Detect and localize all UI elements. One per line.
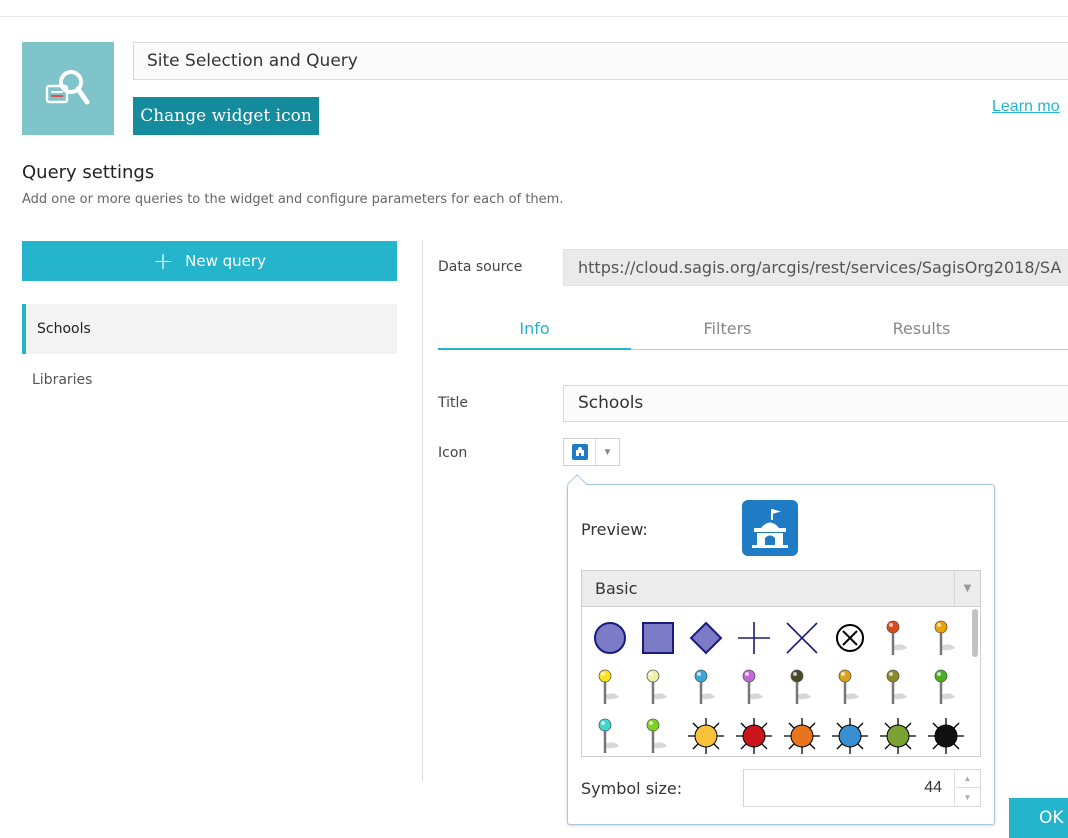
school-icon <box>564 439 596 465</box>
panel-divider <box>422 240 423 781</box>
plus-icon: + <box>153 247 174 275</box>
query-item-label: Schools <box>37 321 91 337</box>
pin-gold-icon[interactable] <box>826 662 874 711</box>
x-symbol-icon[interactable] <box>778 613 826 662</box>
square-symbol-icon[interactable] <box>634 613 682 662</box>
chevron-down-icon: ▼ <box>602 446 613 458</box>
pin-blue-icon[interactable] <box>682 662 730 711</box>
query-tabs: Info Filters Results <box>438 310 1068 350</box>
symbol-size-input[interactable]: 44 ▲ ▼ <box>743 769 981 807</box>
pin-orange-icon[interactable] <box>922 613 970 662</box>
icon-label: Icon <box>438 445 468 461</box>
pin-light-yellow-icon[interactable] <box>634 662 682 711</box>
increment-icon[interactable]: ▲ <box>955 770 980 788</box>
title-input[interactable]: Schools <box>563 385 1068 422</box>
ok-button[interactable]: OK <box>1009 798 1068 838</box>
circle-symbol-icon[interactable] <box>586 613 634 662</box>
school-preview-icon <box>742 500 798 556</box>
new-query-label: New query <box>185 252 266 270</box>
symbol-grid-scrollbar[interactable] <box>972 609 978 657</box>
sun-yellow-icon[interactable] <box>682 711 730 756</box>
learn-more-link[interactable]: Learn mo <box>992 98 1060 116</box>
pin-green-icon[interactable] <box>922 662 970 711</box>
section-description: Add one or more queries to the widget an… <box>22 192 564 207</box>
circle-x-symbol-icon[interactable] <box>826 613 874 662</box>
pin-olive-icon[interactable] <box>874 662 922 711</box>
header-divider <box>0 16 1068 17</box>
change-widget-icon-button[interactable]: Change widget icon <box>133 97 319 135</box>
pin-dark-icon[interactable] <box>778 662 826 711</box>
sun-orange-icon[interactable] <box>778 711 826 756</box>
query-item-schools[interactable]: Schools <box>22 304 397 354</box>
data-source-field: https://cloud.sagis.org/arcgis/rest/serv… <box>563 249 1068 286</box>
new-query-button[interactable]: + New query <box>22 241 397 281</box>
symbol-size-spinner: ▲ ▼ <box>954 770 980 806</box>
icon-dropdown[interactable]: ▼ <box>563 438 620 466</box>
pin-purple-icon[interactable] <box>730 662 778 711</box>
sun-black-icon[interactable] <box>922 711 970 756</box>
data-source-label: Data source <box>438 259 523 275</box>
tab-info[interactable]: Info <box>438 310 631 350</box>
tab-results[interactable]: Results <box>825 310 1018 350</box>
symbol-size-value: 44 <box>924 779 942 796</box>
widget-icon-preview <box>22 42 114 135</box>
preview-label: Preview: <box>581 520 648 539</box>
symbol-size-label: Symbol size: <box>581 779 683 798</box>
symbol-grid <box>581 607 981 757</box>
pin-yellow-icon[interactable] <box>586 662 634 711</box>
category-value: Basic <box>595 579 638 598</box>
pin-lime-icon[interactable] <box>634 711 682 756</box>
sun-red-icon[interactable] <box>730 711 778 756</box>
title-label: Title <box>438 395 469 411</box>
sun-green-icon[interactable] <box>874 711 922 756</box>
query-item-libraries[interactable]: Libraries <box>22 355 397 405</box>
sun-blue-icon[interactable] <box>826 711 874 756</box>
symbol-category-select[interactable]: Basic ▼ <box>581 570 981 607</box>
section-title: Query settings <box>22 162 155 183</box>
query-item-label: Libraries <box>32 372 93 388</box>
cross-symbol-icon[interactable] <box>730 613 778 662</box>
search-map-icon <box>45 69 90 104</box>
diamond-symbol-icon[interactable] <box>682 613 730 662</box>
tab-filters[interactable]: Filters <box>631 310 824 350</box>
widget-name-input[interactable]: Site Selection and Query <box>133 42 1068 80</box>
chevron-down-icon: ▼ <box>954 571 980 606</box>
pin-red-orange-icon[interactable] <box>874 613 922 662</box>
pin-cyan-icon[interactable] <box>586 711 634 756</box>
decrement-icon[interactable]: ▼ <box>955 788 980 806</box>
